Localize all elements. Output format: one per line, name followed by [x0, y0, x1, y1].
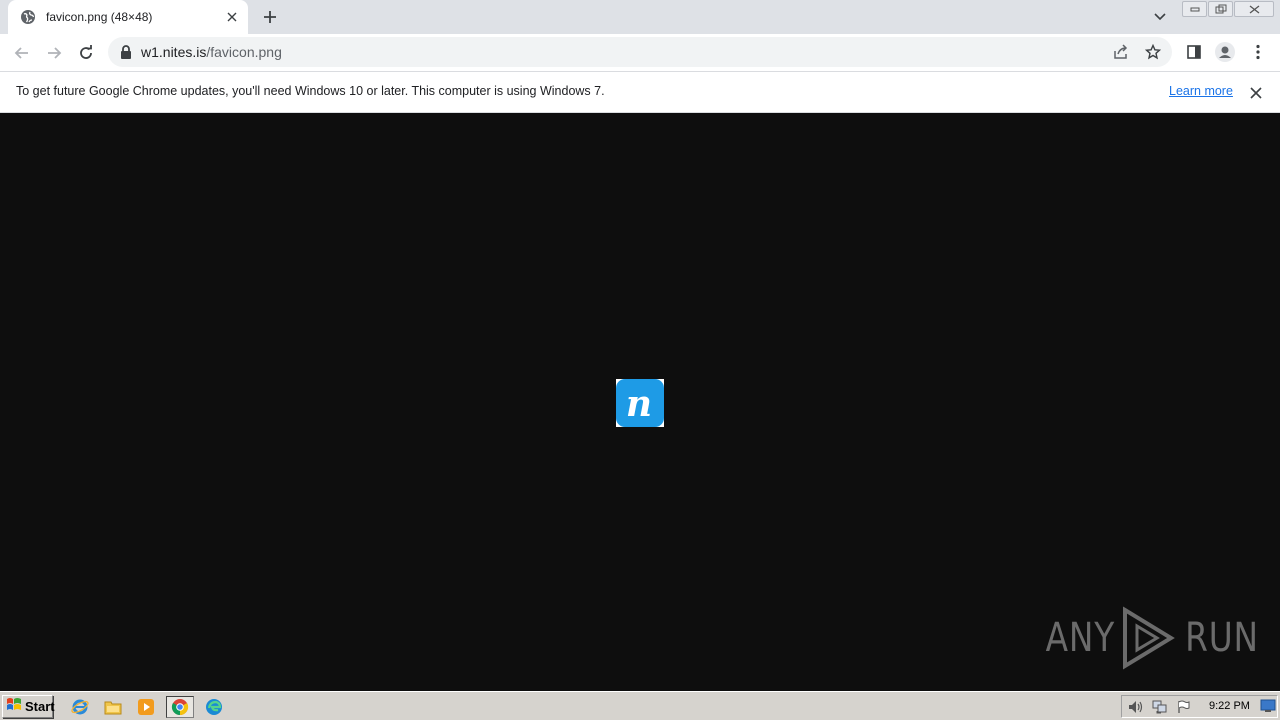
anyrun-watermark: ANY RUN: [1038, 606, 1267, 670]
forward-button[interactable]: [42, 41, 66, 65]
lock-icon[interactable]: [120, 45, 132, 59]
close-tab-icon[interactable]: [224, 9, 240, 25]
flag-icon[interactable]: [1176, 699, 1192, 715]
clock[interactable]: 9:22 PM: [1209, 700, 1250, 712]
chrome-icon[interactable]: [166, 696, 194, 718]
tab-active[interactable]: favicon.png (48×48): [8, 0, 248, 34]
watermark-text-right: RUN: [1184, 615, 1259, 661]
url-text[interactable]: w1.nites.is/favicon.png: [141, 44, 282, 60]
tab-strip: favicon.png (48×48): [0, 0, 1280, 34]
update-infobar: To get future Google Chrome updates, you…: [0, 71, 1280, 113]
url-host: w1.nites.is: [141, 44, 207, 60]
chevron-down-icon[interactable]: [1150, 8, 1170, 26]
address-bar[interactable]: w1.nites.is/favicon.png: [108, 37, 1172, 67]
windows-logo-icon: [6, 697, 22, 716]
new-tab-button[interactable]: [258, 6, 282, 28]
share-icon[interactable]: [1113, 44, 1129, 60]
close-window-button[interactable]: [1234, 1, 1274, 17]
play-logo-icon: [1117, 606, 1179, 670]
side-panel-icon[interactable]: [1184, 42, 1204, 62]
url-path: /favicon.png: [206, 44, 282, 60]
back-button[interactable]: [10, 41, 34, 65]
windows-taskbar: Start 9:22 PM: [0, 691, 1280, 720]
internet-explorer-icon[interactable]: [66, 696, 94, 718]
network-icon[interactable]: [1152, 699, 1168, 715]
reload-button[interactable]: [74, 41, 98, 65]
watermark-text-left: ANY: [1045, 615, 1116, 661]
file-explorer-icon[interactable]: [99, 696, 127, 718]
restore-button[interactable]: [1208, 1, 1233, 17]
image-viewer: n: [0, 113, 1280, 691]
menu-dots-icon[interactable]: [1248, 42, 1268, 62]
bookmark-star-icon[interactable]: [1145, 44, 1161, 60]
edge-icon[interactable]: [200, 696, 228, 718]
minimize-button[interactable]: [1182, 1, 1207, 17]
favicon-image[interactable]: n: [616, 379, 664, 427]
tab-title: favicon.png (48×48): [46, 10, 153, 24]
start-button[interactable]: Start: [2, 695, 55, 718]
volume-icon[interactable]: [1128, 699, 1144, 715]
infobar-message: To get future Google Chrome updates, you…: [16, 84, 605, 98]
media-player-icon[interactable]: [132, 696, 160, 718]
system-tray: 9:22 PM: [1121, 695, 1278, 718]
favicon-letter: n: [626, 383, 652, 425]
window-controls: [1181, 1, 1274, 17]
close-icon[interactable]: [1247, 84, 1265, 102]
globe-icon: [20, 9, 36, 25]
learn-more-link[interactable]: Learn more: [1169, 84, 1233, 98]
browser-toolbar: w1.nites.is/favicon.png: [0, 34, 1280, 71]
show-desktop-icon[interactable]: [1260, 699, 1276, 713]
profile-avatar-icon[interactable]: [1215, 42, 1235, 62]
start-label: Start: [25, 699, 55, 714]
